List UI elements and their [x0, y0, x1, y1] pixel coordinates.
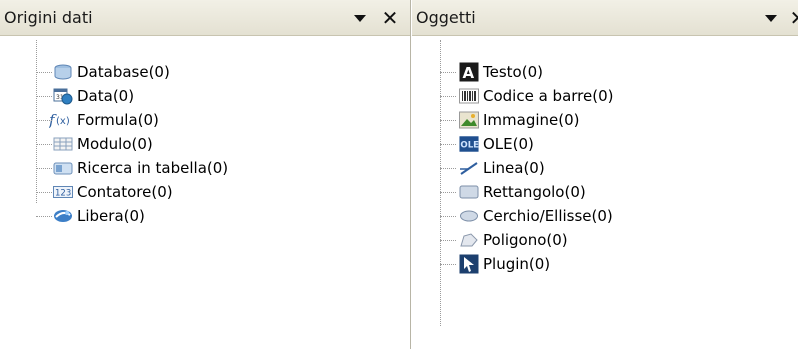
tree-item-label: Formula(0) — [77, 111, 159, 129]
tree-item-label: Poligono(0) — [483, 231, 568, 249]
database-icon — [53, 63, 73, 81]
calendar-icon: 31 — [53, 87, 73, 105]
panel-title: Oggetti — [416, 8, 476, 27]
svg-text:123: 123 — [55, 189, 71, 199]
objects-titlebar: Oggetti ✕ — [412, 0, 798, 36]
svg-text:OLE: OLE — [460, 141, 479, 151]
tree-item-label: Ricerca in tabella(0) — [77, 159, 229, 177]
ole-icon: OLE — [459, 135, 479, 153]
panel-title: Origini dati — [4, 8, 93, 27]
svg-text:(x): (x) — [56, 116, 70, 127]
tree-item-label: Immagine(0) — [483, 111, 580, 129]
image-icon — [459, 111, 479, 129]
tree-item-formula[interactable]: f (x) Formula(0) — [36, 108, 159, 132]
form-grid-icon — [53, 135, 73, 153]
tree-item-label: Contatore(0) — [77, 183, 173, 201]
tree-item-database[interactable]: Database(0) — [36, 60, 170, 84]
dropdown-arrow-icon[interactable] — [351, 9, 369, 27]
tree-item-contatore[interactable]: 123 Contatore(0) — [36, 180, 173, 204]
tree-item-label: Rettangolo(0) — [483, 183, 586, 201]
tree-item-plugin[interactable]: Plugin(0) — [440, 252, 550, 276]
tree-item-ricerca[interactable]: Ricerca in tabella(0) — [36, 156, 228, 180]
free-icon — [53, 207, 73, 225]
tree-item-immagine[interactable]: Immagine(0) — [440, 108, 580, 132]
ellipse-icon — [459, 207, 479, 225]
tree-item-cerchio-ellisse[interactable]: Cerchio/Ellisse(0) — [440, 204, 613, 228]
tree-item-label: Plugin(0) — [483, 255, 551, 273]
plugin-icon — [459, 254, 479, 274]
objects-tree: A Testo(0) Codice a barre(0) Immagine(0) — [412, 36, 798, 349]
tree-item-ole[interactable]: OLE OLE(0) — [440, 132, 534, 156]
tree-item-data[interactable]: 31 Data(0) — [36, 84, 134, 108]
rectangle-icon — [459, 183, 479, 201]
tree-item-poligono[interactable]: Poligono(0) — [440, 228, 568, 252]
tree-item-modulo[interactable]: Modulo(0) — [36, 132, 153, 156]
objects-panel: Oggetti ✕ A Testo(0) Codice a barre(0) I… — [412, 0, 798, 349]
tree-item-codice-a-barre[interactable]: Codice a barre(0) — [440, 84, 613, 108]
data-sources-titlebar: Origini dati ✕ — [0, 0, 410, 36]
svg-text:A: A — [463, 64, 475, 82]
close-icon[interactable]: ✕ — [381, 8, 399, 28]
tree-item-label: Libera(0) — [77, 207, 145, 225]
tree-item-label: Testo(0) — [483, 63, 543, 81]
tree-item-testo[interactable]: A Testo(0) — [440, 60, 543, 84]
data-sources-tree: Database(0) 31 Data(0) f (x) Formula(0) M — [0, 36, 410, 349]
formula-icon: f (x) — [49, 111, 73, 129]
tree-item-libera[interactable]: Libera(0) — [36, 204, 145, 228]
polygon-icon — [459, 231, 479, 249]
data-sources-panel: Origini dati ✕ Database(0) 31 Data(0) f … — [0, 0, 411, 349]
barcode-icon — [459, 87, 479, 105]
tree-item-rettangolo[interactable]: Rettangolo(0) — [440, 180, 586, 204]
tree-item-label: Modulo(0) — [77, 135, 153, 153]
tree-item-label: Codice a barre(0) — [483, 87, 614, 105]
counter-icon: 123 — [53, 183, 73, 201]
tree-item-label: Data(0) — [77, 87, 135, 105]
tree-item-label: Cerchio/Ellisse(0) — [483, 207, 613, 225]
tree-item-label: Linea(0) — [483, 159, 545, 177]
tree-item-label: Database(0) — [77, 63, 170, 81]
line-icon — [459, 159, 479, 177]
close-icon[interactable]: ✕ — [789, 8, 798, 28]
text-icon: A — [459, 62, 479, 82]
tree-item-label: OLE(0) — [483, 135, 534, 153]
dropdown-arrow-icon[interactable] — [762, 9, 780, 27]
tree-item-linea[interactable]: Linea(0) — [440, 156, 545, 180]
table-lookup-icon — [53, 159, 73, 177]
